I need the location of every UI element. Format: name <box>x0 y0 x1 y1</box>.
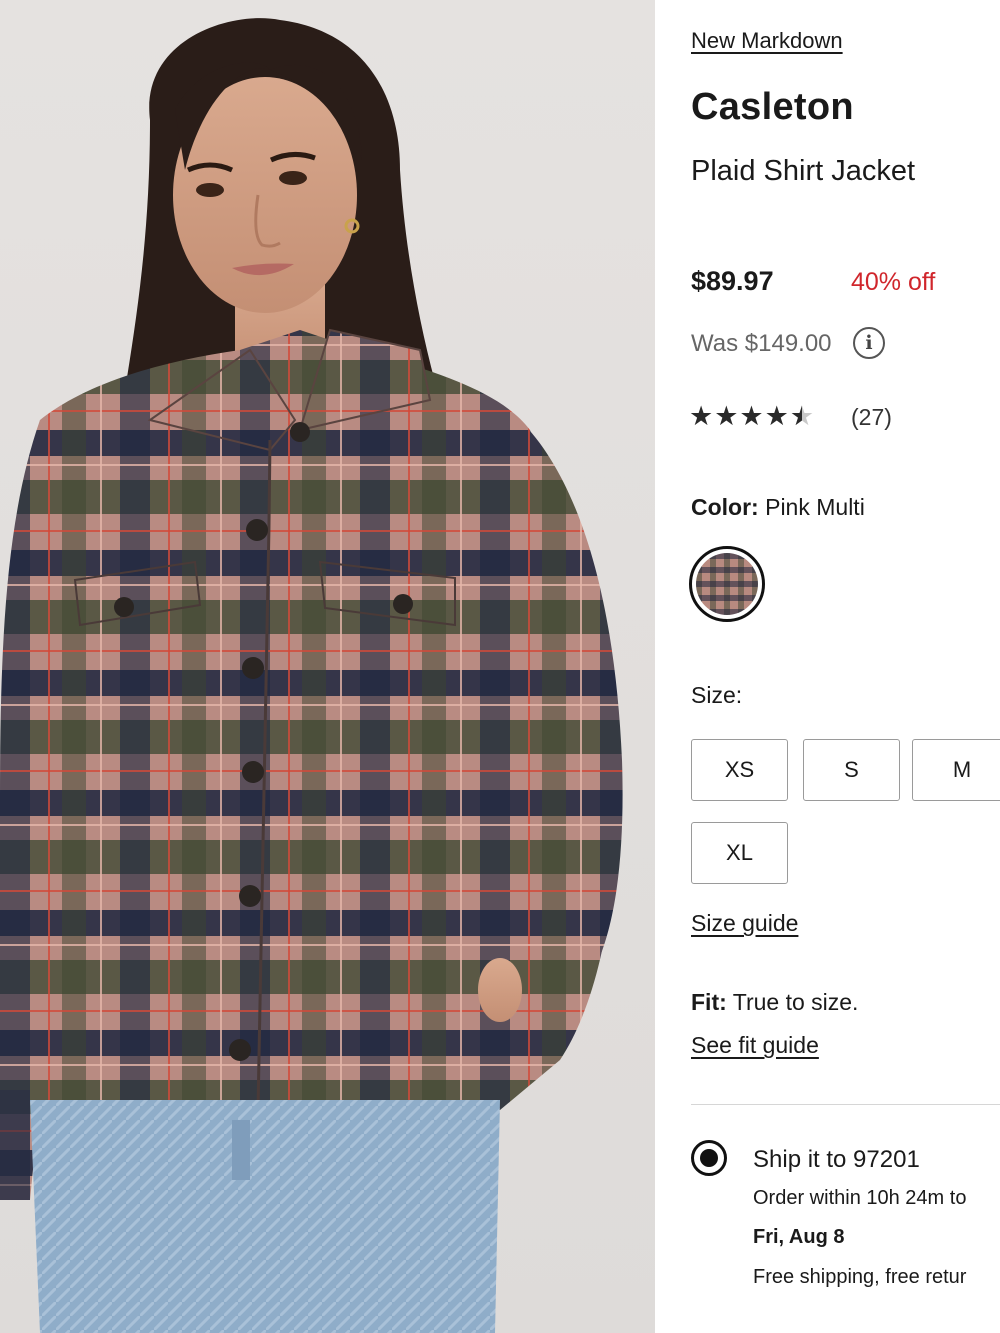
color-swatch-pink-multi[interactable] <box>689 546 765 622</box>
size-button-xl[interactable]: XL <box>691 822 788 884</box>
shipping-title[interactable]: Ship it to 97201 <box>753 1146 920 1174</box>
ship-it-radio[interactable] <box>691 1140 727 1176</box>
swatch-pattern <box>696 553 758 615</box>
shipping-date: Fri, Aug 8 <box>753 1226 845 1248</box>
product-image <box>0 0 655 1333</box>
product-details-panel: New Markdown Casleton Plaid Shirt Jacket… <box>655 0 1000 1333</box>
size-label: Size: <box>691 682 743 708</box>
fit-value: True to size. <box>732 989 859 1015</box>
original-price: Was $149.00 <box>691 330 832 357</box>
full-stars: ★★★★ <box>689 401 790 431</box>
rating-stars[interactable]: ★★★★★ <box>689 401 815 432</box>
shipping-free-note: Free shipping, free retur <box>753 1266 967 1288</box>
product-photo-illustration <box>0 18 623 1333</box>
review-count[interactable]: (27) <box>851 404 892 431</box>
discount-badge: 40% off <box>851 268 936 296</box>
radio-selected-dot <box>700 1149 718 1167</box>
size-button-s[interactable]: S <box>803 739 900 801</box>
sale-price: $89.97 <box>691 266 774 296</box>
divider <box>691 1104 1000 1105</box>
new-markdown-link[interactable]: New Markdown <box>691 28 843 54</box>
fit-label: Fit: <box>691 989 727 1015</box>
fit-info: Fit: True to size. <box>691 989 858 1016</box>
brand-name: Casleton <box>691 86 854 128</box>
fit-guide-link[interactable]: See fit guide <box>691 1032 819 1059</box>
color-selection-label: Color: Pink Multi <box>691 494 865 521</box>
info-icon[interactable]: i <box>853 327 885 359</box>
product-title: Plaid Shirt Jacket <box>691 155 916 187</box>
color-value: Pink Multi <box>765 494 865 520</box>
size-guide-link[interactable]: Size guide <box>691 910 798 937</box>
size-button-xs[interactable]: XS <box>691 739 788 801</box>
half-star-icon: ★ <box>790 401 815 432</box>
shipping-order-within: Order within 10h 24m to <box>753 1187 967 1209</box>
size-button-m[interactable]: M <box>912 739 1000 801</box>
color-label: Color: <box>691 494 759 520</box>
